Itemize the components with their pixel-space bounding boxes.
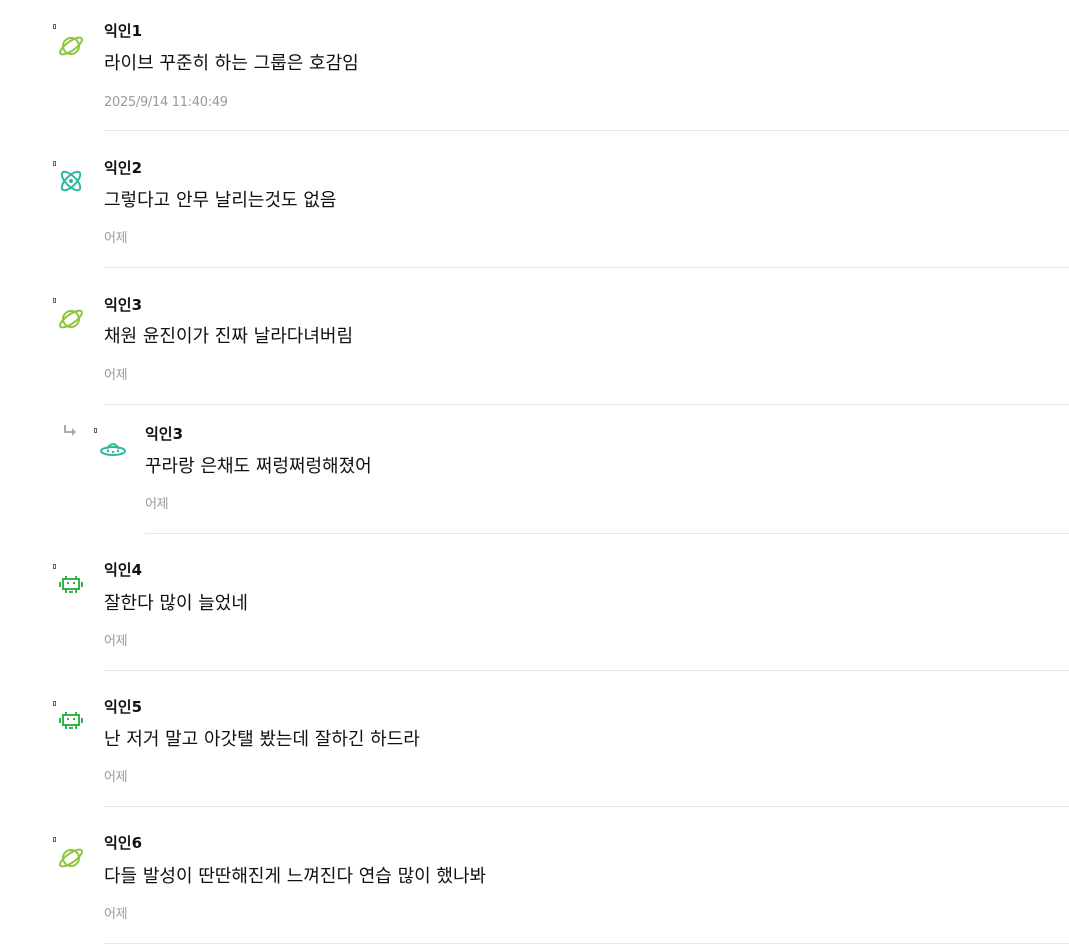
comment-timestamp: 어제	[104, 770, 128, 785]
comment-text: 그렇다고 안무 날리는것도 없음	[104, 190, 337, 211]
comment-item: 익인4 잘한다 많이 늘었네 어제	[0, 540, 1069, 671]
reply-item: 익인3 꾸라랑 은채도 쩌렁쩌렁해졌어 어제	[0, 405, 1069, 534]
comment-author[interactable]: 익인1	[104, 22, 142, 40]
space-invader-icon[interactable]	[57, 571, 85, 599]
comment-author[interactable]: 익인3	[145, 425, 183, 443]
avatar-marker	[94, 428, 97, 433]
comment-divider	[104, 130, 1069, 131]
comment-author[interactable]: 익인3	[104, 296, 142, 314]
comment-item: 익인1 라이브 꾸준히 하는 그룹은 호감임 2025/9/14 11:40:4…	[0, 0, 1069, 131]
avatar-marker	[53, 298, 56, 303]
avatar-marker	[53, 24, 56, 29]
comment-item: 익인5 난 저거 말고 아갓탤 봤는데 잘하긴 하드라 어제	[0, 677, 1069, 808]
avatar-marker	[53, 837, 56, 842]
comment-timestamp: 어제	[104, 634, 128, 649]
comment-author[interactable]: 익인5	[104, 698, 142, 716]
comment-text: 라이브 꾸준히 하는 그룹은 호감임	[104, 53, 359, 74]
comment-item: 익인6 다들 발성이 딴딴해진게 느껴진다 연습 많이 했나봐 어제	[0, 813, 1069, 944]
comment-timestamp: 어제	[104, 907, 128, 922]
comment-timestamp: 2025/9/14 11:40:49	[104, 95, 228, 110]
reply-arrow-icon	[62, 423, 78, 439]
comment-divider	[104, 670, 1069, 671]
comment-divider	[104, 267, 1069, 268]
comment-text: 다들 발성이 딴딴해진게 느껴진다 연습 많이 했나봐	[104, 866, 487, 887]
comment-timestamp: 어제	[145, 497, 169, 512]
avatar-marker	[53, 564, 56, 569]
comment-divider	[104, 943, 1069, 944]
comment-text: 잘한다 많이 늘었네	[104, 593, 248, 614]
comment-text: 채원 윤진이가 진짜 날라다녀버림	[104, 326, 354, 347]
comment-timestamp: 어제	[104, 368, 128, 383]
comment-timestamp: 어제	[104, 231, 128, 246]
planet-icon[interactable]	[57, 844, 85, 872]
comment-divider	[104, 806, 1069, 807]
avatar-marker	[53, 701, 56, 706]
comment-divider	[145, 533, 1069, 534]
comment-item: 익인2 그렇다고 안무 날리는것도 없음 어제	[0, 137, 1069, 268]
comment-author[interactable]: 익인4	[104, 561, 142, 579]
comment-text: 꾸라랑 은채도 쩌렁쩌렁해졌어	[145, 456, 372, 477]
avatar-marker	[53, 161, 56, 166]
planet-icon[interactable]	[57, 32, 85, 60]
planet-icon[interactable]	[57, 305, 85, 333]
comment-item: 익인3 채원 윤진이가 진짜 날라다녀버림 어제	[0, 274, 1069, 405]
comment-author[interactable]: 익인2	[104, 159, 142, 177]
ufo-icon[interactable]	[99, 435, 127, 463]
space-invader-icon[interactable]	[57, 707, 85, 735]
comment-text: 난 저거 말고 아갓탤 봤는데 잘하긴 하드라	[104, 729, 420, 750]
comment-author[interactable]: 익인6	[104, 834, 142, 852]
atom-icon[interactable]	[57, 167, 85, 195]
